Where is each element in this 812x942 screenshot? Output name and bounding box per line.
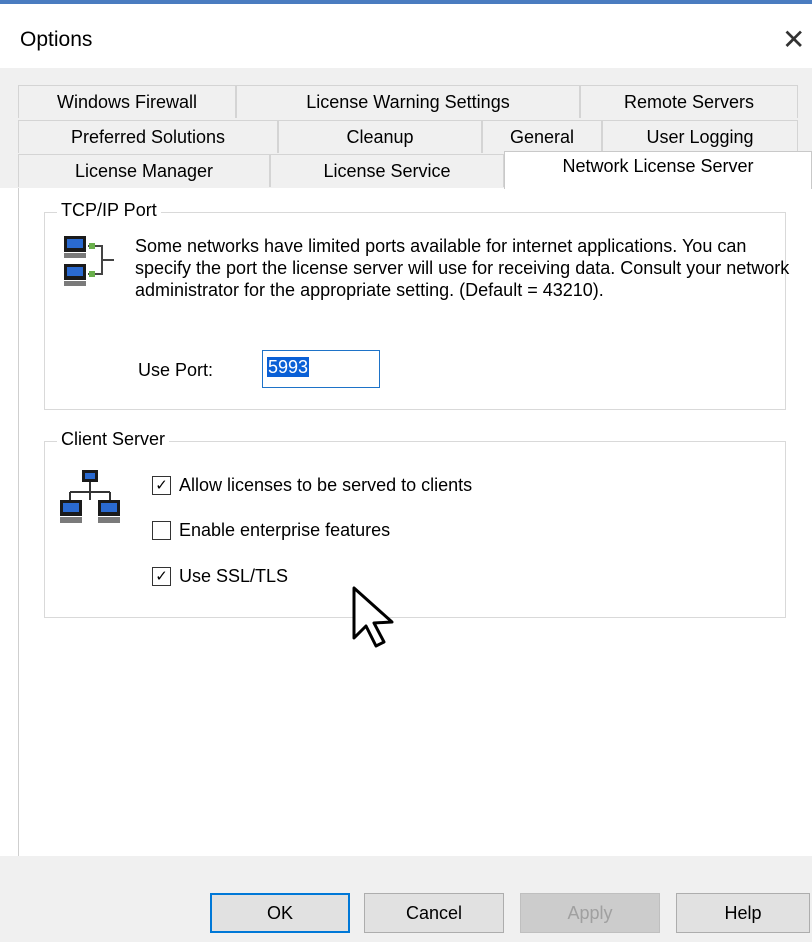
apply-button[interactable]: Apply (520, 893, 660, 933)
use-port-input[interactable]: 5993 (262, 350, 380, 388)
tab-user-logging[interactable]: User Logging (602, 120, 798, 153)
use-ssl-tls-checkbox-row[interactable]: ✓ Use SSL/TLS (152, 563, 288, 589)
tab-cleanup[interactable]: Cleanup (278, 120, 482, 153)
tcpip-description: Some networks have limited ports availab… (135, 236, 790, 300)
tab-license-manager[interactable]: License Manager (18, 154, 270, 187)
use-port-value: 5993 (267, 357, 310, 377)
close-icon[interactable]: ✕ (782, 22, 812, 58)
tcpip-port-legend: TCP/IP Port (57, 200, 161, 221)
use-ssl-tls-label: Use SSL/TLS (179, 565, 289, 586)
tab-network-license-server[interactable]: Network License Server (504, 151, 812, 189)
allow-licenses-checkbox[interactable]: ✓ (152, 475, 171, 495)
network-computers-icon (64, 236, 114, 286)
tab-remote-servers[interactable]: Remote Servers (580, 85, 798, 118)
enterprise-features-checkbox[interactable] (152, 520, 171, 540)
use-ssl-tls-checkbox[interactable]: ✓ (152, 566, 171, 586)
help-button[interactable]: Help (676, 893, 810, 933)
mouse-cursor-icon (352, 586, 394, 648)
use-port-label: Use Port: (138, 360, 214, 380)
tab-general[interactable]: General (482, 120, 602, 153)
enterprise-features-label: Enable enterprise features (179, 519, 391, 540)
ok-button[interactable]: OK (210, 893, 350, 933)
allow-licenses-label: Allow licenses to be served to clients (179, 474, 473, 495)
tab-windows-firewall[interactable]: Windows Firewall (18, 85, 236, 118)
tab-license-warning-settings[interactable]: License Warning Settings (236, 85, 580, 118)
tab-license-service[interactable]: License Service (270, 154, 504, 187)
tab-strip: Windows Firewall License Warning Setting… (0, 68, 812, 189)
allow-licenses-checkbox-row[interactable]: ✓ Allow licenses to be served to clients (152, 472, 472, 498)
tab-preferred-solutions[interactable]: Preferred Solutions (18, 120, 278, 153)
cancel-button[interactable]: Cancel (364, 893, 504, 933)
client-server-legend: Client Server (57, 429, 170, 450)
network-hierarchy-icon (60, 470, 120, 523)
title-bar[interactable]: Options ✕ (0, 4, 812, 68)
enterprise-features-checkbox-row[interactable]: Enable enterprise features (152, 517, 390, 543)
window-title: Options (20, 28, 93, 51)
